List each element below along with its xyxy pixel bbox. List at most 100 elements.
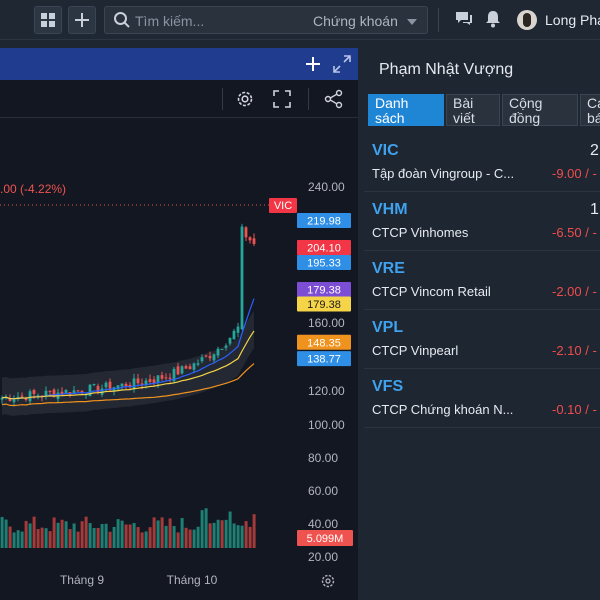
price-tag-label: 204.10 — [307, 243, 341, 255]
stock-symbol[interactable]: VIC — [372, 142, 399, 160]
chat-icon[interactable] — [455, 10, 473, 28]
price-tag-label: 195.33 — [307, 257, 341, 269]
volume-bar — [100, 523, 104, 548]
divider — [222, 88, 223, 110]
list-item[interactable]: VRE CTCP Vincom Retail -2.00 / - — [364, 254, 600, 310]
volume-bar — [120, 520, 124, 548]
volume-bar — [208, 523, 212, 548]
list-item[interactable]: VHM 1 CTCP Vinhomes -6.50 / - — [364, 195, 600, 251]
month-label: Tháng 10 — [167, 573, 218, 587]
volume-bar — [164, 525, 168, 548]
avatar[interactable] — [517, 10, 537, 30]
stock-price: 2 — [590, 142, 599, 159]
volume-bar — [204, 508, 208, 548]
candle — [180, 365, 184, 375]
volume-bar — [20, 531, 24, 548]
volume-bar — [228, 511, 232, 548]
candle — [252, 233, 256, 246]
search-input[interactable]: Tìm kiếm... Chứng khoán — [104, 6, 428, 34]
price-tag: 138.77 — [297, 351, 351, 367]
volume-bar — [84, 516, 88, 548]
symbol-tag-label: VIC — [274, 200, 292, 212]
top-bar: Tìm kiếm... Chứng khoán Long Pha — [0, 0, 600, 40]
plus-icon — [75, 13, 89, 27]
bollinger-band — [2, 310, 254, 416]
price-tag: 179.38 — [297, 282, 351, 298]
bell-icon[interactable] — [484, 10, 502, 28]
volume-bar — [88, 523, 92, 548]
volume-bar — [44, 528, 48, 548]
volume-bar — [68, 529, 72, 548]
list-item[interactable]: VPL CTCP Vinpearl -2.10 / - — [364, 313, 600, 369]
volume-bar — [252, 514, 256, 548]
volume-bar — [96, 527, 100, 548]
grid-menu-button[interactable] — [34, 6, 62, 34]
list-item[interactable]: VFS CTCP Chứng khoán N... -0.10 / - — [364, 372, 600, 428]
volume-bar — [52, 517, 56, 548]
stock-symbol[interactable]: VHM — [372, 201, 408, 219]
month-label: Tháng 9 — [60, 573, 104, 587]
band-area — [2, 310, 254, 416]
list-item[interactable]: VIC 2 Tập đoàn Vingroup - C... -9.00 / - — [364, 136, 600, 192]
price-tag: 195.33 — [297, 254, 351, 270]
price-axis-label: 160.00 — [308, 316, 345, 330]
settings-gear-icon[interactable] — [235, 89, 255, 109]
price-tag-label: 148.35 — [307, 337, 341, 349]
price-tag: 179.38 — [297, 296, 351, 312]
share-icon[interactable] — [324, 89, 344, 109]
volume-bars — [0, 508, 256, 548]
volume-bar — [136, 527, 140, 548]
candle — [248, 236, 252, 244]
volume-bar — [196, 526, 200, 548]
stock-change: -2.10 / - — [552, 343, 597, 358]
volume-bar — [212, 522, 216, 548]
stock-symbol[interactable]: VRE — [372, 260, 405, 278]
volume-tag: 5.099M — [297, 530, 353, 546]
stock-name: CTCP Vinpearl — [372, 343, 459, 358]
add-button[interactable] — [68, 6, 96, 34]
stock-symbol[interactable]: VPL — [372, 319, 403, 337]
price-tags: 219.98 204.10 195.33 179.38 179.38 148.35 138.… — [297, 213, 351, 367]
price-tag: 219.98 — [297, 213, 351, 229]
volume-bar — [152, 517, 156, 548]
stock-change: -9.00 / - — [552, 166, 597, 181]
candle — [240, 223, 244, 331]
tab-cong-dong[interactable]: Cộng đồng — [502, 94, 578, 126]
volume-bar — [28, 523, 32, 548]
search-icon — [114, 12, 130, 28]
volume-bar — [108, 531, 112, 548]
symbol-tag: VIC — [269, 198, 297, 213]
volume-bar — [40, 527, 44, 548]
volume-bar — [72, 523, 76, 548]
username[interactable]: Long Pha — [545, 12, 600, 28]
candle — [236, 322, 240, 338]
price-axis: 240.00200.00160.00140.00120.00100.0080.0… — [308, 180, 345, 564]
tab-danh-sach[interactable]: Danh sách — [368, 94, 444, 126]
volume-bar — [24, 520, 28, 548]
volume-bar — [156, 520, 160, 548]
volume-bar — [184, 527, 188, 548]
fullscreen-icon[interactable] — [273, 90, 291, 108]
volume-bar — [248, 526, 252, 548]
divider — [308, 88, 309, 110]
volume-bar — [4, 519, 8, 548]
chevron-down-icon[interactable] — [407, 19, 417, 25]
search-category-select[interactable]: Chứng khoán — [313, 13, 398, 29]
tab-ca-ba[interactable]: Cá bá — [580, 94, 600, 126]
price-axis-label: 20.00 — [308, 550, 338, 564]
volume-bar — [236, 525, 240, 548]
chart-panel: .00 (-4.22%) 240.00200.00160.00140.00120… — [0, 48, 358, 600]
price-chart[interactable]: .00 (-4.22%) 240.00200.00160.00140.00120… — [0, 118, 358, 600]
volume-bar — [176, 532, 180, 548]
volume-bar — [12, 532, 16, 548]
volume-bar — [224, 519, 228, 548]
volume-bar — [240, 525, 244, 548]
plus-icon[interactable] — [305, 56, 321, 72]
price-tag-label: 219.98 — [307, 216, 341, 228]
watchlist-panel: Phạm Nhật Vượng Danh sách Bài viết Cộng … — [364, 48, 600, 600]
stock-symbol[interactable]: VFS — [372, 378, 403, 396]
axis-settings-icon[interactable] — [321, 574, 335, 588]
expand-icon[interactable] — [333, 55, 351, 73]
candle — [172, 367, 176, 384]
tab-bai-viet[interactable]: Bài viết — [446, 94, 500, 126]
